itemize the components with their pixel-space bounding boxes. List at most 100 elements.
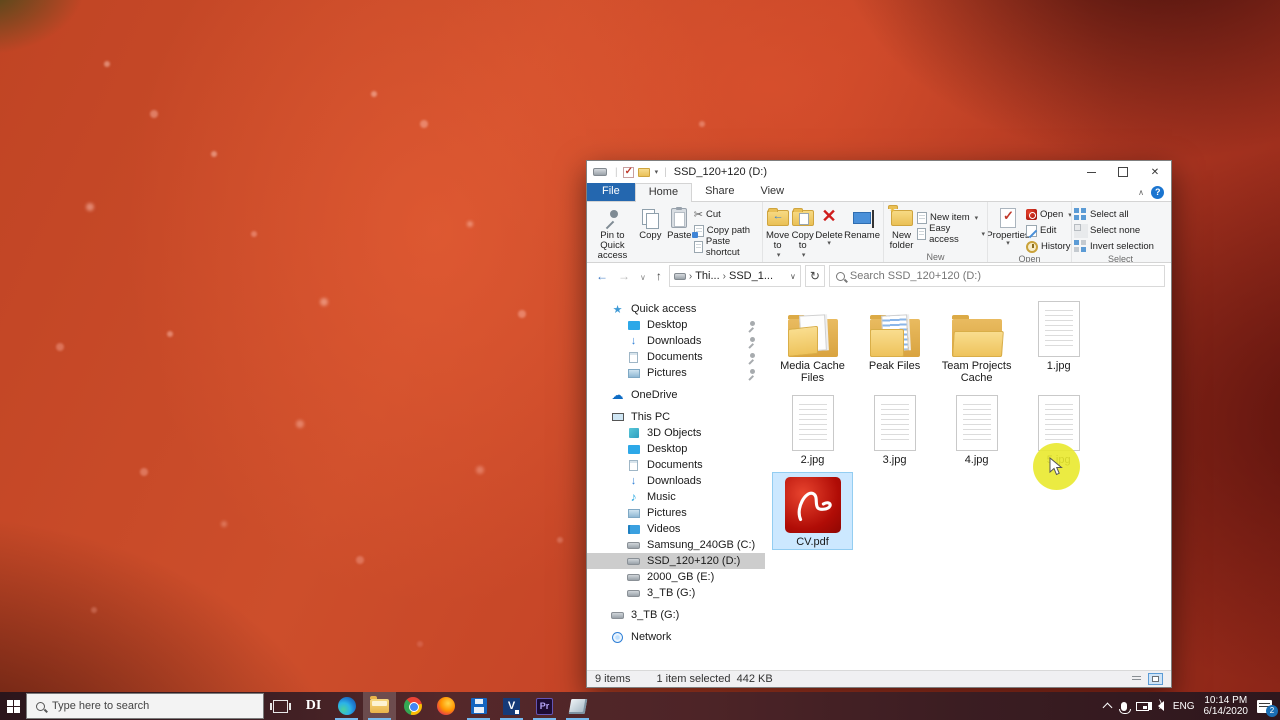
history-button[interactable]: History (1026, 239, 1071, 254)
sidebar-item-desktop[interactable]: Desktop (587, 441, 765, 457)
chrome-icon (403, 697, 422, 715)
easy-access-button[interactable]: Easy access (917, 223, 985, 245)
tab-file[interactable]: File (587, 183, 635, 201)
taskbar-search-input[interactable]: Type here to search (26, 693, 264, 719)
edit-button[interactable]: Edit (1026, 223, 1071, 238)
help-icon[interactable] (1151, 185, 1164, 199)
sidebar-item-samsung-240gb[interactable]: Samsung_240GB (C:) (587, 537, 765, 553)
sidebar-item-downloads-qa[interactable]: Downloads (587, 333, 765, 349)
sidebar-item-downloads[interactable]: Downloads (587, 473, 765, 489)
select-all-button[interactable]: Select all (1074, 207, 1154, 222)
sidebar-item-3tb-network[interactable]: 3_TB (G:) (587, 607, 765, 623)
breadcrumb-this-pc[interactable]: Thi... (695, 270, 719, 282)
document-thumbnail-icon (873, 395, 916, 451)
sidebar-item-videos[interactable]: Videos (587, 521, 765, 537)
collapse-ribbon-icon[interactable] (1138, 186, 1144, 198)
pdf-file-icon (784, 477, 841, 533)
task-view-button[interactable] (264, 692, 297, 720)
address-dropdown-caret-icon[interactable] (790, 272, 796, 281)
qat-new-folder-icon[interactable] (637, 167, 650, 177)
recent-locations-caret-icon[interactable] (637, 269, 649, 283)
new-folder-button[interactable]: New folder (886, 205, 917, 252)
close-button[interactable] (1139, 161, 1171, 183)
drive-icon (627, 589, 640, 597)
search-icon (835, 271, 845, 281)
tray-expand-icon[interactable] (1104, 702, 1112, 710)
invert-selection-button[interactable]: Invert selection (1074, 239, 1154, 254)
taskbar-disk-app[interactable] (462, 692, 495, 720)
sidebar-item-3tb[interactable]: 3_TB (G:) (587, 585, 765, 601)
properties-button[interactable]: Properties (988, 205, 1030, 247)
search-box[interactable]: Search SSD_120+120 (D:) (828, 265, 1165, 287)
document-thumbnail-icon (955, 395, 998, 451)
file-3-jpg[interactable]: 3.jpg (855, 391, 934, 467)
sidebar-item-documents-qa[interactable]: Documents (587, 349, 765, 365)
select-none-button[interactable]: Select none (1074, 223, 1154, 238)
file-2-jpg[interactable]: 2.jpg (773, 391, 852, 467)
file-4-jpg[interactable]: 4.jpg (937, 391, 1016, 467)
file-1-jpg[interactable]: 1.jpg (1019, 297, 1098, 373)
sidebar-item-quick-access[interactable]: Quick access (587, 301, 765, 317)
sidebar-item-pictures-qa[interactable]: Pictures (587, 365, 765, 381)
taskbar-firefox[interactable] (429, 692, 462, 720)
open-button[interactable]: Open (1026, 207, 1071, 222)
tab-home[interactable]: Home (634, 183, 693, 202)
title-bar[interactable]: | ▾ | SSD_120+120 (D:) (587, 161, 1171, 183)
taskbar-edge[interactable] (330, 692, 363, 720)
taskbar-chrome[interactable] (396, 692, 429, 720)
sidebar-item-2000gb[interactable]: 2000_GB (E:) (587, 569, 765, 585)
taskbar-v-app[interactable]: V (495, 692, 528, 720)
language-indicator[interactable]: ENG (1173, 701, 1195, 712)
forward-icon[interactable] (615, 269, 633, 283)
sidebar-item-this-pc[interactable]: This PC (587, 409, 765, 425)
clock[interactable]: 10:14 PM 6/14/2020 (1204, 695, 1249, 717)
sidebar-item-documents[interactable]: Documents (587, 457, 765, 473)
copy-button[interactable]: Copy (636, 205, 665, 242)
sidebar-item-onedrive[interactable]: OneDrive (587, 387, 765, 403)
sidebar-item-desktop-qa[interactable]: Desktop (587, 317, 765, 333)
file-media-cache-files[interactable]: Media Cache Files (773, 297, 852, 385)
file-team-projects-cache[interactable]: Team Projects Cache (937, 297, 1016, 385)
file-peak-files[interactable]: Peak Files (855, 297, 934, 373)
start-button[interactable] (0, 692, 26, 720)
thumbnails-view-icon[interactable] (1148, 673, 1163, 685)
cast-display-icon[interactable] (1135, 701, 1149, 711)
pushpin-icon (603, 208, 621, 228)
qat-customize-caret-icon[interactable]: ▾ (655, 168, 659, 176)
tab-view[interactable]: View (747, 183, 797, 201)
refresh-icon[interactable] (804, 265, 825, 287)
details-view-icon[interactable] (1129, 673, 1144, 685)
sidebar-item-ssd-120-120[interactable]: SSD_120+120 (D:) (587, 553, 765, 569)
paste-shortcut-button[interactable]: Paste shortcut (693, 236, 760, 258)
paste-button[interactable]: Paste (665, 205, 694, 242)
breadcrumb[interactable]: Thi... SSD_1... (668, 265, 801, 287)
taskbar-di-app[interactable]: DI (297, 692, 330, 720)
breadcrumb-current[interactable]: SSD_1... (729, 270, 773, 282)
maximize-button[interactable] (1107, 161, 1139, 183)
up-icon[interactable] (653, 269, 665, 283)
sidebar-item-network[interactable]: Network (587, 629, 765, 645)
action-center-icon[interactable]: 2 (1257, 699, 1278, 717)
minimize-button[interactable] (1075, 161, 1107, 183)
this-pc-icon (611, 413, 624, 421)
pin-to-quick-access-button[interactable]: Pin to Quick access (589, 205, 636, 262)
move-to-button[interactable]: Move to (765, 205, 790, 262)
sidebar-item-music[interactable]: Music (587, 489, 765, 505)
qat-properties-icon[interactable] (622, 166, 634, 178)
file-cv-pdf[interactable]: CV.pdf (772, 472, 853, 550)
taskbar-file-explorer[interactable] (363, 692, 396, 720)
taskbar-notes-app[interactable] (561, 692, 594, 720)
rename-icon (853, 210, 875, 228)
sidebar-item-3d-objects[interactable]: 3D Objects (587, 425, 765, 441)
sidebar-item-pictures[interactable]: Pictures (587, 505, 765, 521)
back-icon[interactable] (593, 269, 611, 283)
cut-button[interactable]: Cut (694, 207, 760, 222)
tab-share[interactable]: Share (692, 183, 747, 201)
taskbar-premiere[interactable]: Pr (528, 692, 561, 720)
speaker-icon[interactable] (1148, 699, 1164, 711)
files-pane[interactable]: Media Cache Files Peak Files Team Projec… (765, 289, 1171, 670)
microphone-icon[interactable] (1118, 701, 1131, 714)
rename-button[interactable]: Rename (843, 205, 881, 242)
delete-button[interactable]: Delete (815, 205, 843, 247)
copy-to-button[interactable]: Copy to (790, 205, 815, 262)
